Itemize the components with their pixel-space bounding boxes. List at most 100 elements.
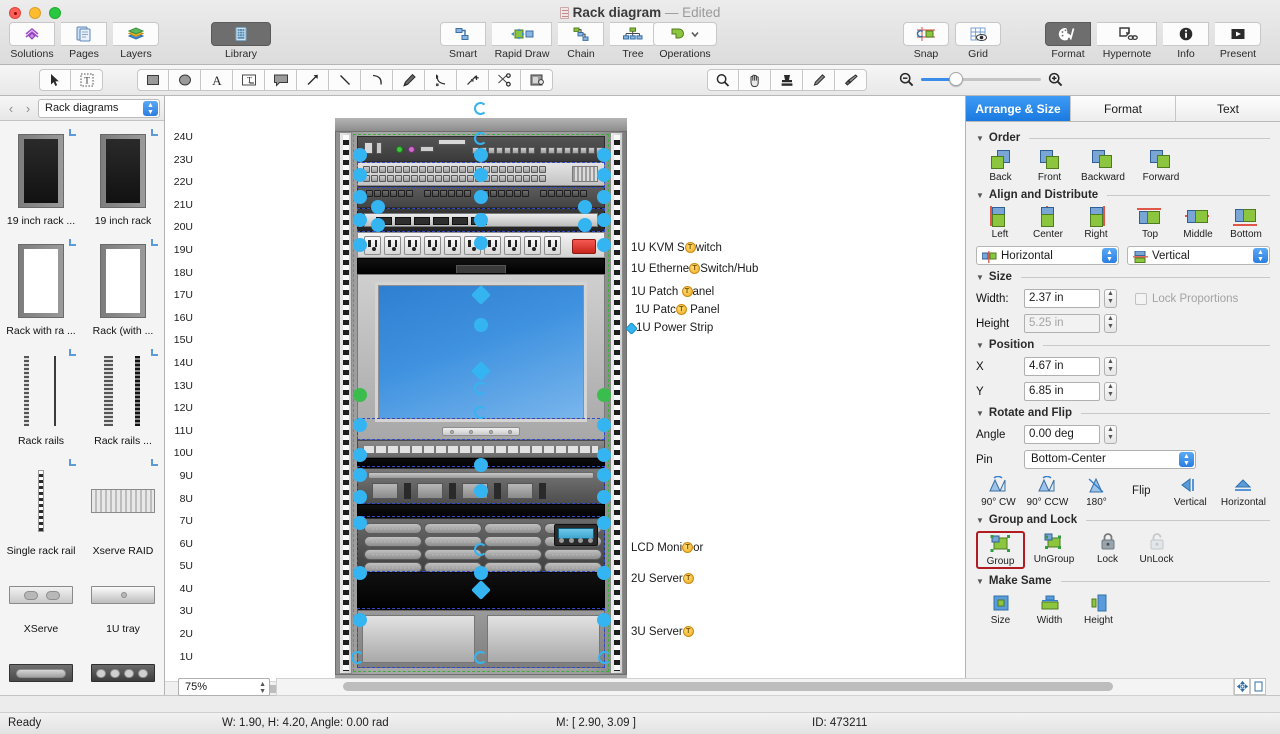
equipment-1u-ethernet-switch[interactable] [357,162,605,186]
text-box-icon[interactable]: T [233,69,265,91]
pan-tool-button[interactable] [1234,678,1250,695]
align-top-button[interactable]: Top [1126,206,1174,240]
zoom-slider-knob[interactable] [949,72,963,86]
text-icon[interactable]: A [201,69,233,91]
solutions-button[interactable]: Solutions [6,22,58,60]
rotate-handle-top[interactable] [474,102,487,115]
pin-select[interactable]: Bottom-Center ▲▼ [1024,450,1196,469]
equipment-ups[interactable] [357,610,605,668]
paintbrush-icon[interactable] [835,69,867,91]
align-center-button[interactable]: Center [1024,206,1072,240]
equipment-1u-power-strip[interactable] [357,232,605,258]
tab-arrange-and-size[interactable]: Arrange & Size [966,96,1071,121]
info-button[interactable]: Info [1160,22,1212,60]
lock-proportions-checkbox[interactable]: Lock Proportions [1135,293,1238,305]
align-left-button[interactable]: Left [976,206,1024,240]
snap-button[interactable]: Snap [900,22,952,60]
text-anchor-handle[interactable] [682,286,693,297]
text-anchor-handle[interactable] [676,304,687,315]
library-item-rack-rails[interactable]: Rack rails [0,347,82,457]
present-button[interactable]: Present [1212,22,1264,60]
disclosure-triangle-icon[interactable]: ▼ [976,516,984,525]
rapid-draw-button[interactable]: Rapid Draw [489,22,555,60]
zoom-level-field[interactable]: 75% ▲▼ [178,678,270,696]
hand-icon[interactable] [739,69,771,91]
library-button[interactable]: Library [208,22,274,60]
callout-icon[interactable] [265,69,297,91]
smart-button[interactable]: Smart [437,22,489,60]
scissors-icon[interactable] [489,69,521,91]
align-bottom-button[interactable]: Bottom [1222,206,1270,240]
height-input[interactable]: 5.25 in [1024,314,1100,333]
equipment-keyboard-tray[interactable] [357,440,605,458]
snapshot-icon[interactable] [521,69,553,91]
same-size-button[interactable]: Size [976,592,1025,626]
position-y-stepper[interactable]: ▲▼ [1104,382,1117,401]
fit-page-button[interactable] [1250,678,1266,695]
diagram-canvas[interactable]: 24U 23U 22U 21U 20U 19U 18U 17U 16U 15U … [165,96,965,695]
height-stepper[interactable]: ▲▼ [1104,314,1117,333]
arc-icon[interactable] [361,69,393,91]
library-item-rack-with[interactable]: Rack (with ... [82,237,164,347]
ellipse-icon[interactable] [169,69,201,91]
distribute-horizontal-select[interactable]: Horizontal ▲▼ [976,246,1119,265]
text-anchor-handle[interactable] [683,573,694,584]
label-kvm-switch[interactable]: 1U KVM Switch [631,242,722,254]
group-button[interactable]: Group [976,531,1025,569]
equipment-3u-server[interactable] [357,518,605,572]
equipment-lcd-monitor[interactable] [357,274,605,440]
library-item-19-inch-rack-a[interactable]: 19 inch rack ... [0,127,82,237]
bring-forward-button[interactable]: Forward [1132,149,1190,183]
label-patch-panel-1[interactable]: 1U Patch anel [631,286,714,298]
label-ethernet-switch[interactable]: 1U EtherneSwitch/Hub [631,263,758,275]
section-make-same-header[interactable]: ▼ Make Same [976,575,1270,587]
scrollbar-thumb[interactable] [343,682,1113,691]
library-item-single-rack-rail[interactable]: Single rack rail [0,457,82,567]
section-rotate-header[interactable]: ▼ Rotate and Flip [976,407,1270,419]
disclosure-triangle-icon[interactable]: ▼ [976,191,984,200]
stamp-icon[interactable] [771,69,803,91]
label-patch-panel-2[interactable]: 1U Patc Panel [635,304,720,316]
chevron-left-icon[interactable]: ‹ [4,101,18,116]
equipment-1u-patch-panel-1[interactable] [357,186,605,208]
section-order-header[interactable]: ▼ Order [976,132,1270,144]
rotate-180-button[interactable]: 180° [1074,474,1119,508]
grid-button[interactable]: Grid [952,22,1004,60]
chain-button[interactable]: Chain [555,22,607,60]
add-point-icon[interactable] [457,69,489,91]
send-to-back-button[interactable]: Back [976,149,1025,183]
pointer-icon[interactable] [39,69,71,91]
library-item-xserve-raid[interactable]: Xserve RAID [82,457,164,567]
pages-button[interactable]: Pages [58,22,110,60]
tab-format[interactable]: Format [1071,96,1176,121]
zoom-stepper-icon[interactable]: ▲▼ [259,681,266,695]
text-anchor-handle[interactable] [683,626,694,637]
zoom-out-icon[interactable] [898,71,915,88]
rack-diagram-group[interactable] [335,118,627,695]
eyedropper-icon[interactable] [803,69,835,91]
section-size-header[interactable]: ▼ Size [976,271,1270,283]
hypernote-button[interactable]: Hypernote [1094,22,1160,60]
library-item-19-inch-rack-b[interactable]: 19 inch rack [82,127,164,237]
section-position-header[interactable]: ▼ Position [976,339,1270,351]
canvas-area[interactable]: 24U 23U 22U 21U 20U 19U 18U 17U 16U 15U … [165,96,965,695]
magnifier-icon[interactable] [707,69,739,91]
label-2u-server[interactable]: 2U Server [631,573,694,585]
text-anchor-handle[interactable] [685,242,696,253]
distribute-vertical-select[interactable]: Vertical ▲▼ [1127,246,1270,265]
pen-icon[interactable] [393,69,425,91]
library-category-select[interactable]: Rack diagrams ▲▼ [38,99,160,118]
position-x-input[interactable]: 4.67 in [1024,357,1100,376]
zoom-slider[interactable] [921,70,1041,88]
equipment-1u-patch-panel-2[interactable] [357,208,605,232]
chevron-right-icon[interactable]: › [21,101,35,116]
rotate-ccw-button[interactable]: 90° CCW [1021,474,1074,508]
equipment-2u-server[interactable] [357,468,605,504]
label-lcd-monitor[interactable]: LCD Monior [631,542,703,554]
rectangle-icon[interactable] [137,69,169,91]
library-item-1u-server[interactable]: 1U server [82,645,164,695]
same-width-button[interactable]: Width [1025,592,1074,626]
tab-text[interactable]: Text [1176,96,1280,121]
library-item-xserve[interactable]: XServe [0,567,82,645]
arrow-icon[interactable] [297,69,329,91]
